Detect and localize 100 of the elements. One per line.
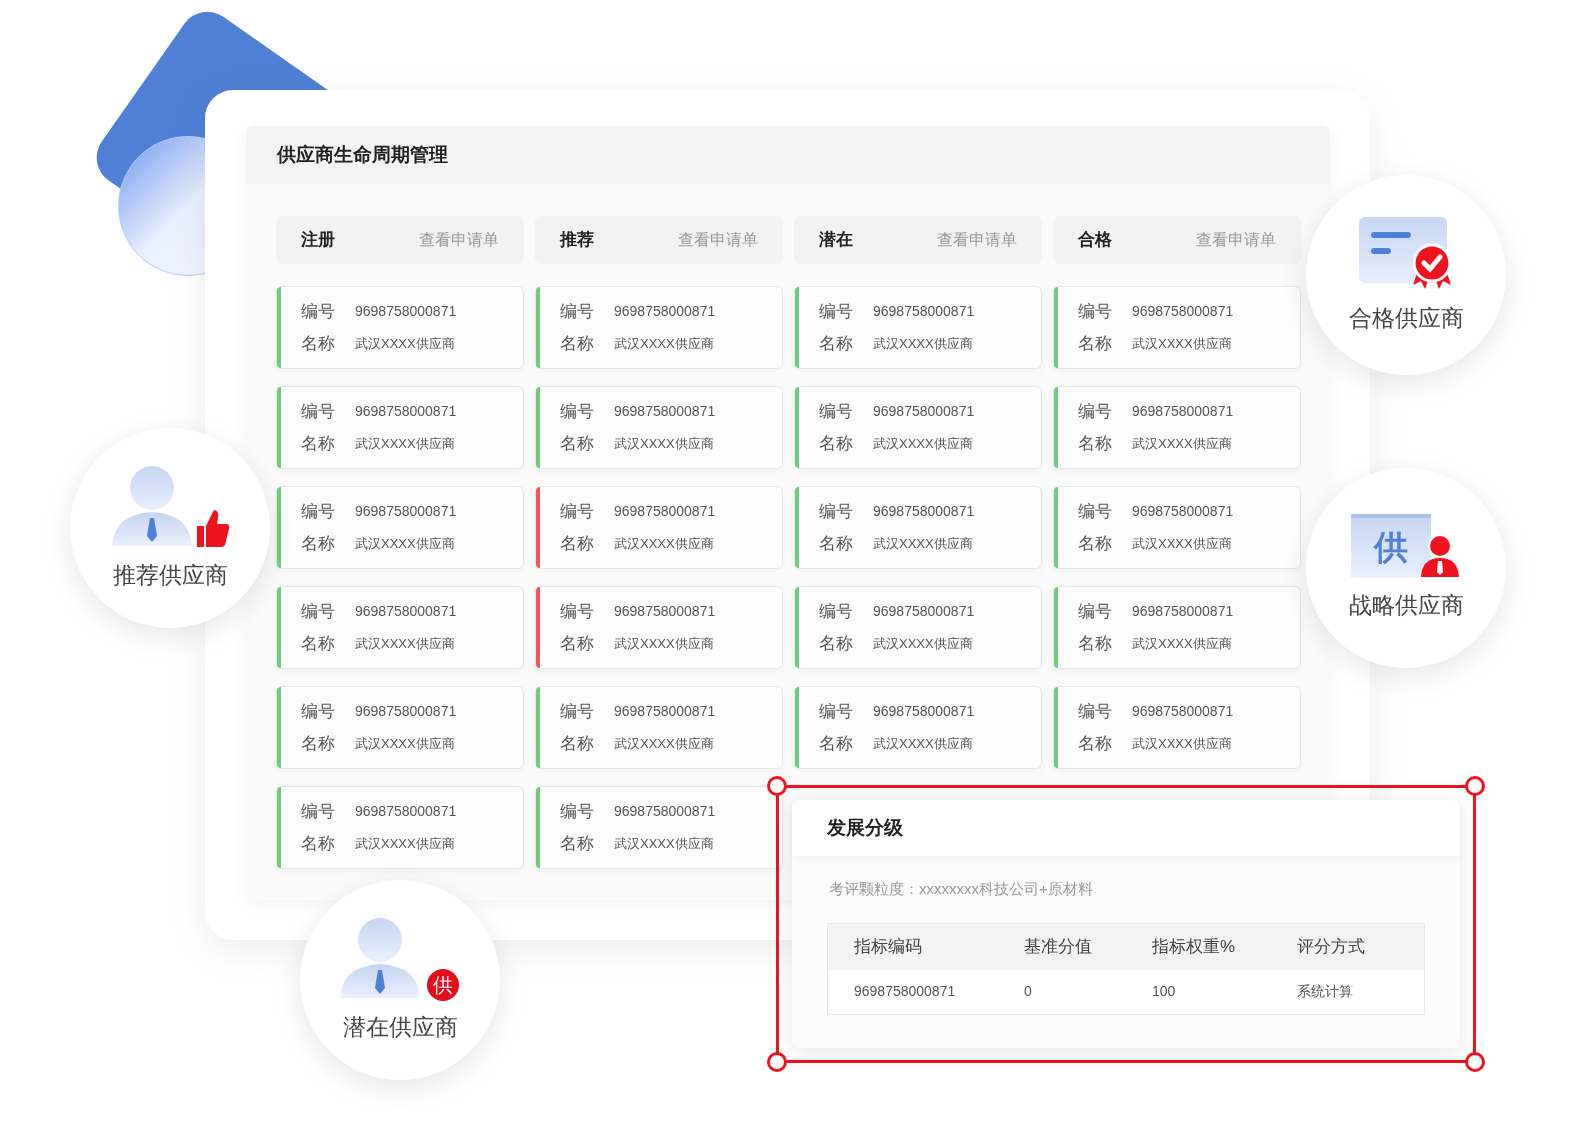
supplier-card[interactable]: 编号 9698758000871 名称 武汉XXXX供应商 — [276, 286, 524, 369]
field-value: 武汉XXXX供应商 — [1132, 634, 1233, 653]
field-label: 名称 — [301, 832, 335, 855]
supplier-card[interactable]: 编号 9698758000871 名称 武汉XXXX供应商 — [535, 486, 783, 569]
field-value: 9698758000871 — [873, 302, 975, 322]
field-label: 编号 — [560, 501, 594, 523]
field-label: 编号 — [560, 601, 594, 623]
field-value: 武汉XXXX供应商 — [355, 434, 456, 453]
column-heading: 评分方式 — [1297, 935, 1365, 958]
column-heading: 基准分值 — [1024, 935, 1092, 958]
field-value: 9698758000871 — [1132, 502, 1234, 522]
supplier-card[interactable]: 编号 9698758000871 名称 武汉XXXX供应商 — [535, 786, 783, 869]
supplier-card[interactable]: 编号 9698758000871 名称 武汉XXXX供应商 — [1053, 486, 1301, 569]
supplier-card[interactable]: 编号 9698758000871 名称 武汉XXXX供应商 — [276, 486, 524, 569]
field-value: 武汉XXXX供应商 — [614, 734, 715, 753]
field-value: 武汉XXXX供应商 — [614, 534, 715, 553]
field-value: 武汉XXXX供应商 — [355, 634, 456, 653]
field-value: 9698758000871 — [1132, 302, 1234, 322]
field-label: 名称 — [1078, 532, 1112, 555]
column-title: 合格 — [1078, 229, 1112, 252]
field-value: 9698758000871 — [614, 502, 716, 522]
badge-label: 推荐供应商 — [112, 560, 228, 590]
field-value: 9698758000871 — [873, 702, 975, 722]
field-label: 编号 — [301, 401, 335, 423]
field-label: 名称 — [1078, 332, 1112, 355]
supplier-card[interactable]: 编号 9698758000871 名称 武汉XXXX供应商 — [276, 686, 524, 769]
resize-handle[interactable] — [1465, 1052, 1485, 1072]
field-value: 武汉XXXX供应商 — [355, 334, 456, 353]
panel-title: 供应商生命周期管理 — [277, 142, 448, 167]
field-label: 名称 — [1078, 432, 1112, 455]
field-value: 9698758000871 — [355, 602, 457, 622]
field-label: 编号 — [560, 701, 594, 723]
supplier-card[interactable]: 编号 9698758000871 名称 武汉XXXX供应商 — [535, 686, 783, 769]
field-label: 编号 — [819, 601, 853, 623]
field-value: 武汉XXXX供应商 — [614, 834, 715, 853]
supplier-card[interactable]: 编号 9698758000871 名称 武汉XXXX供应商 — [794, 386, 1042, 469]
badge-label: 合格供应商 — [1348, 303, 1464, 333]
field-value: 武汉XXXX供应商 — [873, 734, 974, 753]
supplier-card[interactable]: 编号 9698758000871 名称 武汉XXXX供应商 — [1053, 286, 1301, 369]
field-value: 9698758000871 — [614, 602, 716, 622]
field-label: 编号 — [819, 701, 853, 723]
badge-label: 潜在供应商 — [342, 1012, 458, 1042]
supplier-card[interactable]: 编号 9698758000871 名称 武汉XXXX供应商 — [794, 586, 1042, 669]
supplier-card[interactable]: 编号 9698758000871 名称 武汉XXXX供应商 — [535, 586, 783, 669]
supplier-card[interactable]: 编号 9698758000871 名称 武汉XXXX供应商 — [535, 386, 783, 469]
field-value: 武汉XXXX供应商 — [1132, 334, 1233, 353]
field-label: 编号 — [560, 301, 594, 323]
field-label: 编号 — [1078, 601, 1112, 623]
field-value: 武汉XXXX供应商 — [355, 834, 456, 853]
field-label: 编号 — [301, 501, 335, 523]
field-value: 9698758000871 — [614, 702, 716, 722]
resize-handle[interactable] — [1465, 776, 1485, 796]
supplier-card[interactable]: 编号 9698758000871 名称 武汉XXXX供应商 — [1053, 386, 1301, 469]
supplier-card[interactable]: 编号 9698758000871 名称 武汉XXXX供应商 — [276, 586, 524, 669]
field-value: 武汉XXXX供应商 — [873, 334, 974, 353]
field-label: 编号 — [819, 401, 853, 423]
field-value: 9698758000871 — [873, 402, 975, 422]
field-label: 名称 — [819, 332, 853, 355]
field-value: 9698758000871 — [355, 502, 457, 522]
thumbs-up-icon — [196, 507, 230, 548]
field-value: 武汉XXXX供应商 — [614, 334, 715, 353]
table-cell-text: 9698758000871 — [854, 982, 956, 1001]
person-icon — [338, 915, 422, 1000]
column-title: 推荐 — [560, 229, 594, 252]
field-label: 名称 — [560, 532, 594, 555]
table-cell-text: 0 — [1024, 982, 1032, 1001]
column-title: 潜在 — [819, 229, 853, 252]
supplier-card[interactable]: 编号 9698758000871 名称 武汉XXXX供应商 — [794, 486, 1042, 569]
field-label: 编号 — [1078, 301, 1112, 323]
field-value: 武汉XXXX供应商 — [873, 434, 974, 453]
field-label: 编号 — [301, 701, 335, 723]
field-value: 武汉XXXX供应商 — [355, 534, 456, 553]
supplier-card[interactable]: 编号 9698758000871 名称 武汉XXXX供应商 — [535, 286, 783, 369]
field-label: 名称 — [1078, 632, 1112, 655]
supplier-card[interactable]: 编号 9698758000871 名称 武汉XXXX供应商 — [276, 786, 524, 869]
column-heading: 指标编码 — [854, 935, 922, 958]
field-label: 名称 — [560, 332, 594, 355]
field-label: 名称 — [301, 632, 335, 655]
field-label: 编号 — [560, 401, 594, 423]
field-value: 9698758000871 — [355, 702, 457, 722]
field-label: 名称 — [819, 532, 853, 555]
supplier-card[interactable]: 编号 9698758000871 名称 武汉XXXX供应商 — [276, 386, 524, 469]
supplier-card[interactable]: 编号 9698758000871 名称 武汉XXXX供应商 — [1053, 586, 1301, 669]
field-value: 9698758000871 — [355, 302, 457, 322]
resize-handle[interactable] — [767, 1052, 787, 1072]
field-value: 武汉XXXX供应商 — [614, 434, 715, 453]
field-label: 名称 — [301, 532, 335, 555]
field-value: 武汉XXXX供应商 — [355, 734, 456, 753]
supplier-card[interactable]: 编号 9698758000871 名称 武汉XXXX供应商 — [794, 286, 1042, 369]
field-label: 编号 — [301, 301, 335, 323]
field-value: 9698758000871 — [873, 502, 975, 522]
field-value: 9698758000871 — [873, 602, 975, 622]
supplier-card[interactable]: 编号 9698758000871 名称 武汉XXXX供应商 — [1053, 686, 1301, 769]
field-label: 编号 — [819, 301, 853, 323]
field-label: 名称 — [560, 432, 594, 455]
field-value: 9698758000871 — [355, 402, 457, 422]
field-label: 名称 — [301, 732, 335, 755]
field-value: 武汉XXXX供应商 — [873, 634, 974, 653]
supplier-card[interactable]: 编号 9698758000871 名称 武汉XXXX供应商 — [794, 686, 1042, 769]
person-icon — [110, 463, 194, 548]
